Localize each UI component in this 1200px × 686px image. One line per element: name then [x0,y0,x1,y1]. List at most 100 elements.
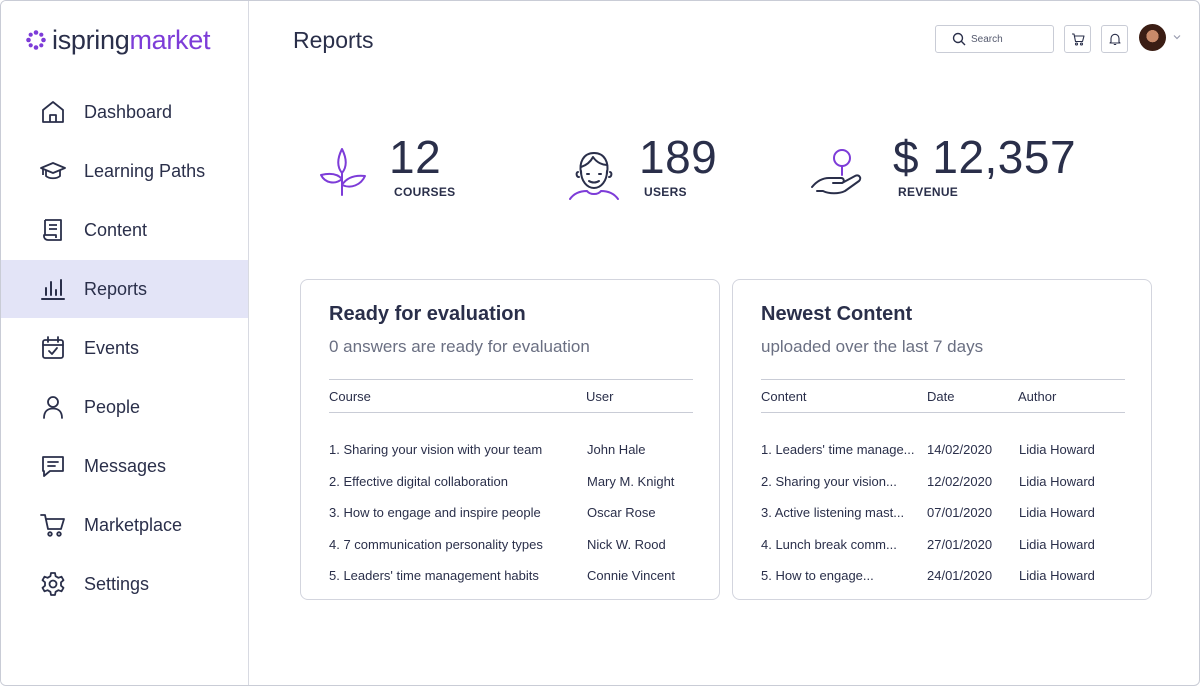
sidebar-item-label: Learning Paths [84,160,206,181]
sidebar-item-label: People [84,396,141,417]
sidebar-item-label: Events [84,337,140,358]
avatar[interactable] [1139,24,1166,51]
table-row[interactable]: 3. Active listening mast... 07/01/2020 L… [761,496,1125,528]
newest-content-table: Content Date Author 1. Leaders' time man… [761,379,1125,591]
sidebar-item-label: Marketplace [84,514,183,535]
sidebar-item-people[interactable]: People [1,378,248,436]
sidebar: ispringmarket Dashboard Learning Paths C… [1,1,249,685]
column-header-user: User [586,389,614,404]
table-row[interactable]: 5. How to engage... 24/01/2020 Lidia How… [761,559,1125,591]
author-cell: Lidia Howard [1019,473,1095,489]
sidebar-item-settings[interactable]: Settings [1,555,248,613]
sidebar-item-label: Content [84,219,148,240]
cart-button[interactable] [1064,25,1091,53]
newest-content-subtitle: uploaded over the last 7 days [761,337,984,356]
sidebar-item-events[interactable]: Events [1,319,248,377]
graduation-cap-icon [39,157,67,185]
sidebar-item-label: Settings [84,573,150,594]
sprout-icon [320,148,366,196]
course-cell: 4. 7 communication personality types [329,536,543,552]
bar-chart-icon [39,275,67,303]
evaluation-subtitle: 0 answers are ready for evaluation [329,337,590,356]
user-cell: Connie Vincent [587,568,675,583]
table-row[interactable]: 5. Leaders' time management habits Conni… [329,559,693,591]
column-header-content: Content [761,389,807,404]
table-row[interactable]: 3. How to engage and inspire people Osca… [329,496,693,528]
column-header-author: Author [1018,389,1057,404]
author-cell: Lidia Howard [1019,568,1095,583]
author-cell: Lidia Howard [1019,505,1095,520]
stat-users-caption: USERS [644,185,687,199]
sidebar-item-reports[interactable]: Reports [1,260,248,318]
newest-content-card: Newest Content uploaded over the last 7 … [732,279,1152,600]
evaluation-title: Ready for evaluation [329,303,526,325]
content-cell: 2. Sharing your vision... [761,473,897,489]
cart-icon [1071,33,1085,46]
table-row[interactable]: 2. Sharing your vision... 12/02/2020 Lid… [761,465,1125,497]
scroll-icon [39,216,67,244]
stat-revenue: $ 12,357 REVENUE [809,131,1076,203]
sidebar-item-label: Reports [84,278,148,299]
stat-revenue-caption: REVENUE [898,185,959,199]
course-cell: 3. How to engage and inspire people [329,505,541,520]
date-cell: 24/01/2020 [927,568,993,583]
evaluation-card: Ready for evaluation 0 answers are ready… [300,279,720,600]
course-cell: 1. Sharing your vision with your team [329,442,543,457]
sidebar-item-content[interactable]: Content [1,201,248,259]
date-cell: 07/01/2020 [927,505,993,520]
stat-courses-caption: COURSES [394,185,456,199]
user-cell: John Hale [587,442,646,457]
search-box[interactable] [935,25,1054,53]
content-cell: 3. Active listening mast... [761,505,905,520]
app-window: ispringmarket Dashboard Learning Paths C… [0,0,1200,686]
table-row[interactable]: 1. Sharing your vision with your team Jo… [329,433,693,465]
logo-text-market: market [129,24,211,55]
person-icon [39,393,67,421]
logo[interactable]: ispringmarket [25,23,210,57]
table-row[interactable]: 4. 7 communication personality types Nic… [329,528,693,560]
user-face-icon [569,152,619,200]
calendar-check-icon [39,334,67,362]
course-cell: 2. Effective digital collaboration [329,473,508,489]
sidebar-item-messages[interactable]: Messages [1,437,248,495]
content-cell: 1. Leaders' time manage... [761,442,915,457]
table-row[interactable]: 2. Effective digital collaboration Mary … [329,465,693,497]
search-icon [952,32,966,46]
sidebar-item-learning-paths[interactable]: Learning Paths [1,142,248,200]
table-row[interactable]: 4. Lunch break comm... 27/01/2020 Lidia … [761,528,1125,560]
content-cell: 5. How to engage... [761,568,874,583]
user-cell: Nick W. Rood [587,536,666,552]
notifications-button[interactable] [1101,25,1128,53]
date-cell: 12/02/2020 [927,473,993,489]
stat-revenue-value: $ 12,357 [893,131,1077,183]
date-cell: 27/01/2020 [927,536,993,552]
stat-users: 189 USERS [565,131,717,203]
stat-courses: 12 COURSES [315,131,455,203]
author-cell: Lidia Howard [1019,442,1095,457]
course-cell: 5. Leaders' time management habits [329,568,539,583]
sidebar-item-label: Messages [84,455,167,476]
date-cell: 14/02/2020 [927,442,993,457]
column-header-course: Course [329,389,371,404]
chevron-down-icon[interactable] [1172,32,1182,42]
cart-icon [39,511,67,539]
content-cell: 4. Lunch break comm... [761,536,897,552]
gear-icon [39,570,67,598]
newest-content-title: Newest Content [761,303,913,325]
bell-icon [1108,33,1121,46]
sidebar-item-marketplace[interactable]: Marketplace [1,496,248,554]
logo-text-ispring: ispring [52,24,130,55]
page-title: Reports [293,27,374,53]
stat-users-value: 189 [639,131,718,183]
hand-coin-icon [811,149,862,195]
sidebar-item-dashboard[interactable]: Dashboard [1,83,248,141]
evaluation-table: Course User 1. Sharing your vision with … [329,379,693,591]
home-icon [39,98,67,126]
table-row[interactable]: 1. Leaders' time manage... 14/02/2020 Li… [761,433,1125,465]
column-header-date: Date [927,389,955,404]
user-cell: Oscar Rose [587,505,656,520]
author-cell: Lidia Howard [1019,536,1095,552]
message-icon [39,452,67,480]
sidebar-nav: Dashboard Learning Paths Content Reports [1,83,248,614]
search-input[interactable] [971,33,1051,45]
